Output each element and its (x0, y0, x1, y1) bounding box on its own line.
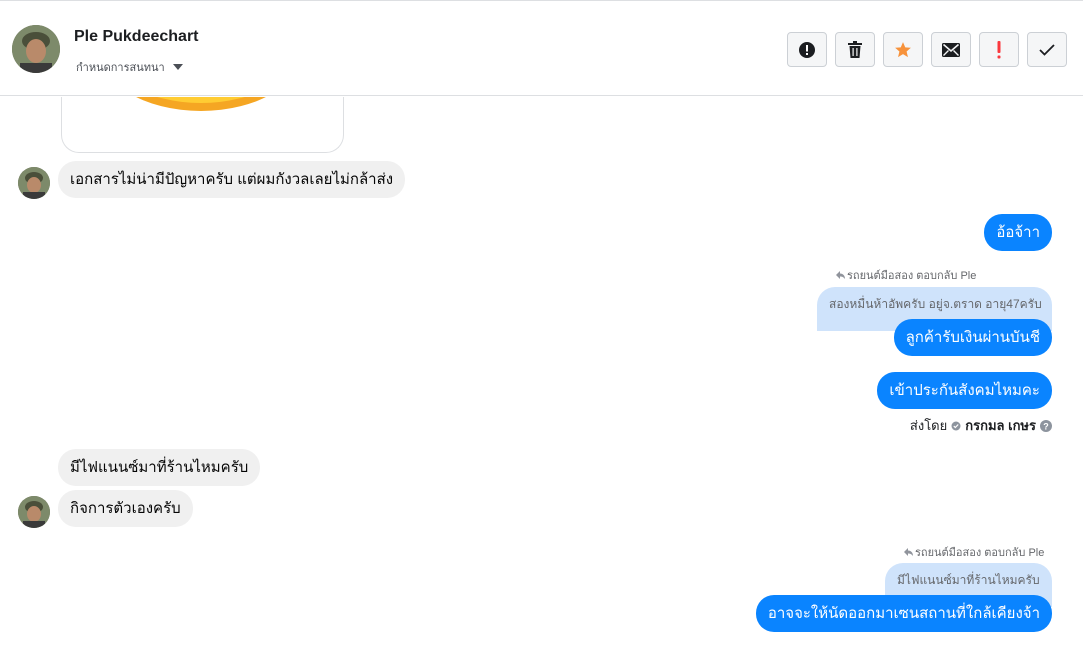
star-button[interactable] (883, 32, 923, 67)
caret-down-icon (172, 64, 183, 70)
reply-arrow-icon (904, 548, 913, 556)
reply-context-text: รถยนต์มือสอง ตอบกลับ Ple (847, 270, 977, 282)
contact-avatar[interactable] (12, 25, 60, 73)
contact-avatar-small (18, 496, 50, 528)
conversation-header: Ple Pukdeechart กำหนดการสนทนา (0, 0, 1083, 96)
mark-important-button[interactable] (979, 32, 1019, 67)
incoming-message[interactable]: กิจการตัวเองครับ (58, 490, 193, 527)
reply-context-text: รถยนต์มือสอง ตอบกลับ Ple (915, 547, 1045, 559)
svg-text:?: ? (1043, 421, 1049, 431)
contact-avatar-small (18, 167, 50, 199)
outgoing-message[interactable]: อาจจะให้นัดออกมาเซนสถานที่ใกล้เคียงจ้า (755, 595, 1052, 632)
star-icon (895, 41, 911, 57)
delete-button[interactable] (835, 32, 875, 67)
trash-icon (848, 41, 862, 58)
incoming-message[interactable]: เอกสารไม่น่ามีปัญหาครับ แต่ผมกังวลเลยไม่… (58, 161, 406, 198)
outgoing-message[interactable]: เข้าประกันสังคมไหมคะ (877, 372, 1052, 409)
exclamation-icon (997, 40, 1001, 58)
envelope-icon (942, 42, 960, 57)
conversation-label-dropdown[interactable]: กำหนดการสนทนา (76, 58, 183, 76)
message-thread[interactable]: เอกสารไม่น่ามีปัญหาครับ แต่ผมกังวลเลยไม่… (0, 97, 1083, 646)
checkmark-icon (1039, 43, 1055, 56)
mark-done-button[interactable] (1027, 32, 1067, 67)
alert-circle-icon (799, 41, 815, 58)
image-attachment[interactable] (61, 97, 344, 153)
conversation-label: กำหนดการสนทนา (76, 62, 165, 74)
reply-context-label: รถยนต์มือสอง ตอบกลับ Ple (904, 543, 1044, 561)
mark-spam-button[interactable] (787, 32, 827, 67)
sent-by-agent[interactable]: กรกมล เกษร (965, 415, 1036, 436)
sent-by-label: ส่งโดย กรกมล เกษร ? (910, 415, 1052, 436)
emoji-sticker-image (136, 97, 266, 111)
incoming-message[interactable]: มีไฟแนนซ์มาที่ร้านไหมครับ (58, 449, 261, 486)
help-icon[interactable]: ? (1040, 419, 1052, 432)
outgoing-message[interactable]: อ้อจ้าา (984, 214, 1052, 251)
outgoing-message[interactable]: ลูกค้ารับเงินผ่านบันชี (893, 319, 1052, 356)
verified-icon (951, 421, 961, 430)
mark-unread-button[interactable] (931, 32, 971, 67)
contact-name[interactable]: Ple Pukdeechart (74, 28, 199, 46)
reply-context-label: รถยนต์มือสอง ตอบกลับ Ple (836, 266, 976, 284)
sent-by-prefix: ส่งโดย (909, 418, 948, 433)
reply-arrow-icon (836, 271, 845, 279)
